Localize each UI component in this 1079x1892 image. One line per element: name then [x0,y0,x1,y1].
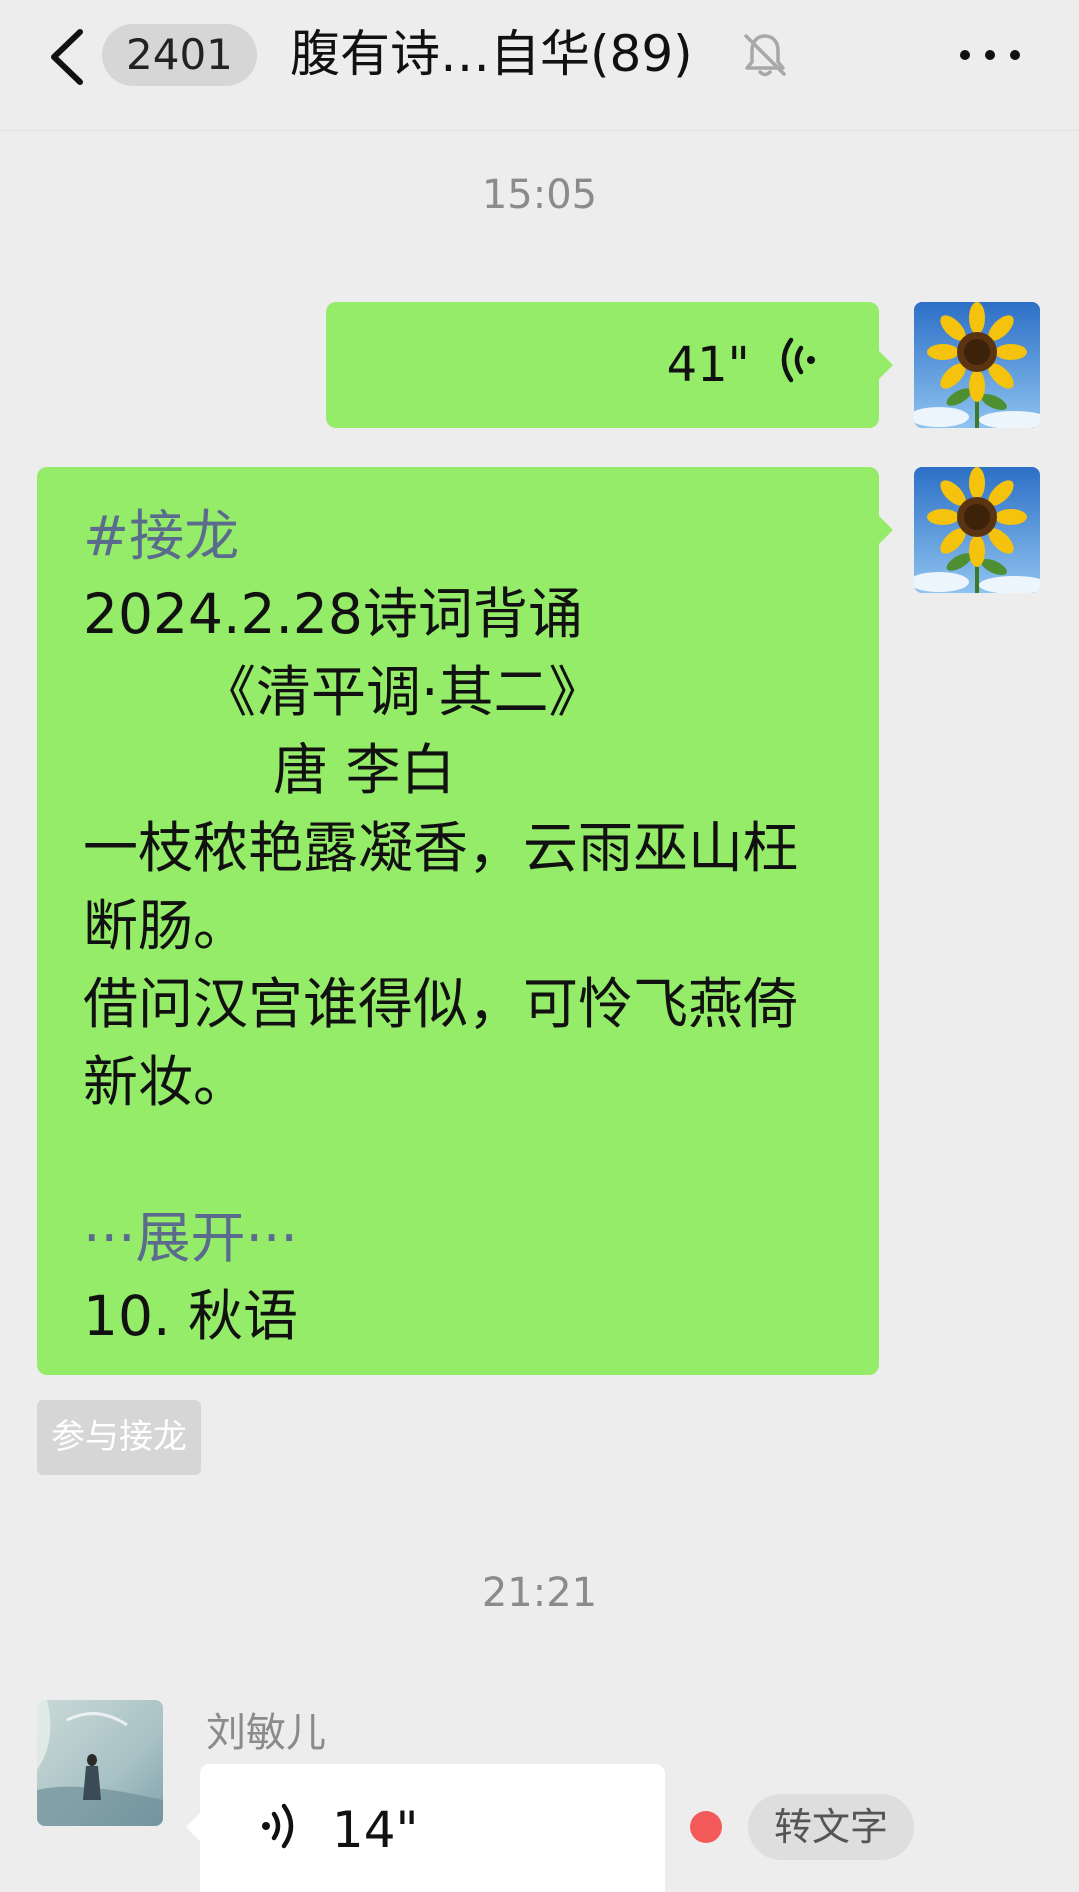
sender-avatar[interactable] [37,1700,163,1826]
message-line-blank [83,1121,863,1199]
hashtag-link[interactable]: #接龙 [83,497,863,575]
message-text: #接龙 2024.2.28诗词背诵 《清平调·其二》 唐 李白 一枝秾艳露凝香，… [83,497,863,1355]
chat-title: 腹有诗…自华(89) [290,25,693,83]
unread-count-badge[interactable]: 2401 [102,24,257,86]
bubble-tail [879,351,893,379]
expand-link[interactable]: ···展开··· [83,1199,863,1277]
voice-duration: 14" [331,1801,419,1859]
bubble-tail [879,516,893,544]
voice-message-content: 14" [258,1798,419,1869]
timestamp: 15:05 [481,172,598,218]
my-avatar[interactable] [914,467,1040,593]
voice-wave-icon [258,1798,300,1869]
voice-to-text-button[interactable]: 转文字 [748,1794,915,1860]
message-line: 2024.2.28诗词背诵 [83,582,583,646]
message-line: 新妆。 [83,1050,249,1114]
join-chain-button[interactable]: 参与接龙 [37,1400,201,1475]
message-line: 唐 李白 [273,738,456,802]
chat-header: 2401 腹有诗…自华(89) [0,0,1079,131]
voice-message-incoming[interactable]: 14" [200,1764,665,1892]
message-line: 借问汉宫谁得似，可怜飞燕倚 [83,972,799,1036]
sender-name: 刘敏儿 [206,1710,326,1756]
message-line: 断肠。 [83,894,249,958]
bubble-tail [186,1813,200,1841]
message-line: 《清平调·其二》 [201,660,604,724]
mute-bell-icon [740,30,790,80]
message-line: 一枝秾艳露凝香，云雨巫山枉 [83,816,799,880]
voice-message-outgoing[interactable]: 41" [326,302,879,428]
message-line: 10. 秋语 [83,1284,298,1348]
my-avatar[interactable] [914,302,1040,428]
voice-duration: 41" [666,337,750,393]
more-icon[interactable] [955,30,1025,80]
timestamp: 21:21 [481,1570,598,1616]
voice-message-content: 41" [667,332,823,404]
text-message-outgoing[interactable]: #接龙 2024.2.28诗词背诵 《清平调·其二》 唐 李白 一枝秾艳露凝香，… [37,467,879,1375]
back-arrow-icon[interactable] [40,22,100,92]
chat-screen: 2401 腹有诗…自华(89) 15:05 41" #接龙 2024.2.28诗… [0,0,1079,1892]
unread-voice-dot [690,1811,722,1843]
voice-wave-icon [773,332,823,404]
